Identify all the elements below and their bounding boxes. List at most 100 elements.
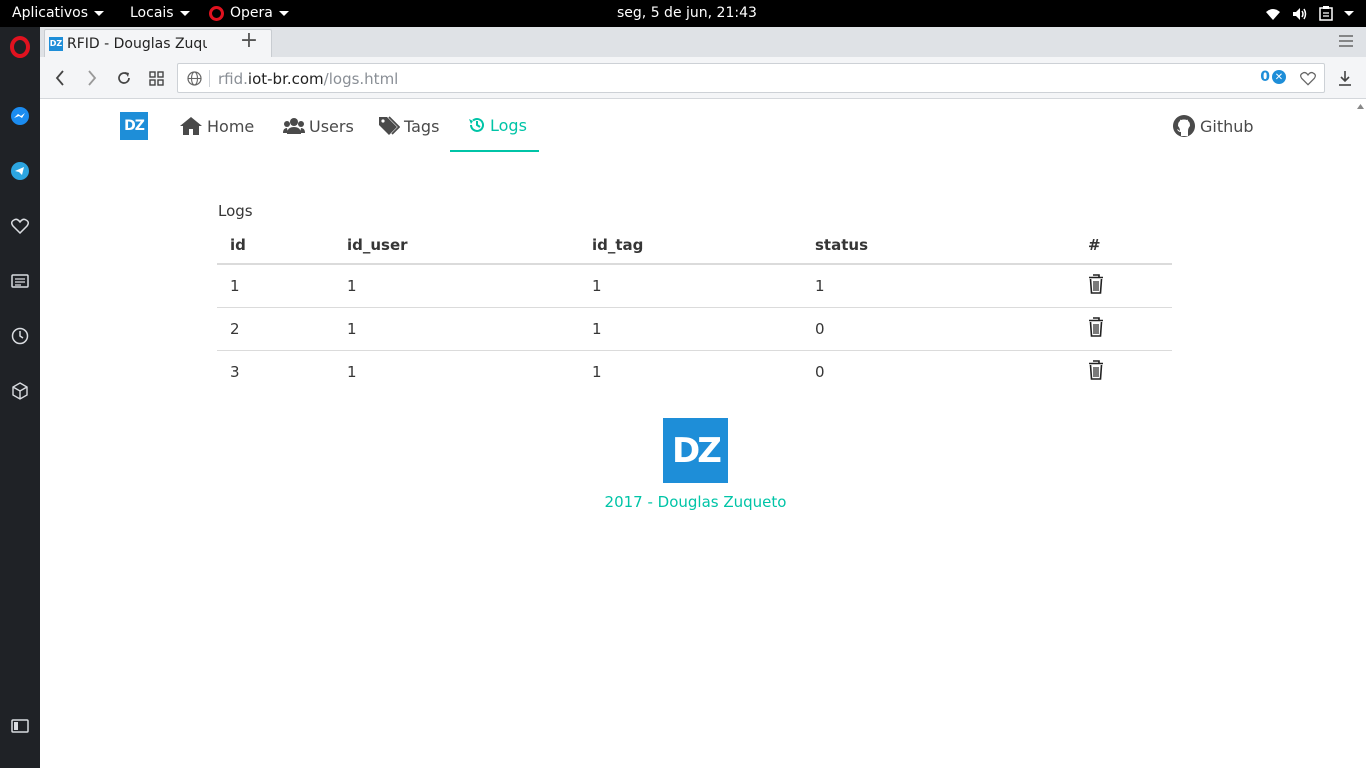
status-area[interactable] [1265,0,1354,27]
nav-logs-label: Logs [490,115,527,135]
browser-toolbar: rfid.iot-br.com/logs.html 0 ✕ [40,57,1366,99]
url-text[interactable]: rfid.iot-br.com/logs.html [218,70,398,88]
logs-table: id id_user id_tag status # 1 1 1 1 2 1 1… [217,226,1172,393]
nav-logs[interactable]: Logs [450,100,539,152]
places-menu[interactable]: Locais [130,0,190,27]
opera-icon [209,6,224,21]
back-icon [55,70,64,86]
extensions-icon [12,382,28,400]
scroll-up-icon [1357,104,1364,109]
nav-users-label: Users [309,116,354,136]
heart-icon [11,218,29,234]
trash-icon[interactable] [1088,316,1104,337]
url-subdomain: rfid. [218,70,248,88]
adblock-indicator[interactable]: 0 ✕ [1260,69,1286,85]
download-icon [1339,71,1351,86]
cell-status: 1 [802,264,1075,308]
places-label: Locais [130,5,174,21]
favicon-icon: DZ [49,36,63,51]
globe-icon [187,71,202,86]
url-separator [209,70,210,87]
column-header-id-user: id_user [334,226,579,265]
clock-label: seg, 5 de jun, 21:43 [617,5,757,21]
chevron-down-icon [179,11,190,16]
back-button[interactable] [50,68,70,88]
speed-dial-button[interactable] [146,68,166,88]
nav-github[interactable]: Github [1172,100,1254,152]
forward-button[interactable] [82,68,102,88]
trash-icon[interactable] [1088,359,1104,380]
nav-tags[interactable]: Tags [378,100,439,152]
tab-title: RFID - Douglas Zuqueto [67,35,207,52]
cell-actions [1075,350,1172,393]
cell-id: 2 [217,307,334,351]
cell-status: 0 [815,362,825,381]
system-top-bar: Aplicativos Locais Opera seg, 5 de jun, … [0,0,1366,27]
history-icon [11,327,29,345]
history-button[interactable] [10,326,30,346]
favorites-button[interactable] [10,216,30,236]
nav-tags-label: Tags [404,116,440,136]
cell-id: 1 [217,264,334,308]
news-button[interactable] [10,271,30,291]
site-logo[interactable]: DZ [120,112,148,140]
page-scrollbar[interactable] [1354,100,1366,768]
cell-id-tag: 1 [579,264,802,308]
table-row: 1 1 1 1 [217,264,1172,308]
cell-id: 3 [230,362,240,381]
sidebar-toggle-button[interactable] [10,716,30,736]
table-header-row: id id_user id_tag status # [217,226,1172,265]
nav-users[interactable]: Users [283,100,354,152]
new-tab-button[interactable]: + [238,29,260,55]
cell-id-user: 1 [334,264,579,308]
cell-status: 0 [802,307,1075,351]
applications-label: Aplicativos [12,5,89,21]
grid-icon [148,70,164,86]
column-header-id-tag: id_tag [579,226,802,265]
url-path: /logs.html [323,70,399,88]
tab-strip: DZ RFID - Douglas Zuqueto + [40,27,1366,57]
telegram-button[interactable] [10,161,30,181]
applications-menu[interactable]: Aplicativos [12,0,105,27]
clipboard-icon [1319,6,1333,21]
cell-id-tag: 1 [592,362,602,381]
clock[interactable]: seg, 5 de jun, 21:43 [617,0,757,27]
telegram-icon [11,162,29,180]
chevron-down-icon [278,11,289,16]
sidebar-toggle-icon [11,719,29,733]
messenger-button[interactable] [10,106,30,126]
address-bar[interactable]: rfid.iot-br.com/logs.html 0 ✕ [177,63,1325,93]
volume-icon [1293,7,1307,20]
opera-menu-button[interactable] [10,36,30,58]
table-caption: Logs [218,202,253,220]
opera-app-menu[interactable]: Opera [209,0,289,27]
column-header-status: status [802,226,1075,265]
cell-actions [1075,307,1172,351]
opera-icon [10,36,30,58]
footer-credit: 2017 - Douglas Zuqueto [604,493,787,511]
home-icon [180,117,202,135]
nav-home[interactable]: Home [179,100,254,152]
trash-icon[interactable] [1088,273,1104,294]
footer-logo: DZ [663,418,728,483]
downloads-button[interactable] [1335,68,1355,88]
web-page: DZ Home Users Tags Logs Github Logs id i… [40,100,1354,768]
extensions-button[interactable] [10,381,30,401]
wifi-icon [1266,8,1280,20]
github-icon [1173,115,1195,137]
url-domain: iot-br.com [247,70,324,88]
history-icon [469,117,484,132]
table-row: 3 1 1 0 [217,350,1172,393]
chevron-down-icon [1344,11,1354,16]
tags-icon [379,116,400,135]
tab-menu-icon[interactable] [1338,35,1354,47]
reload-icon [118,72,130,84]
reload-button[interactable] [114,68,134,88]
column-header-actions: # [1075,226,1172,265]
cell-id-tag: 1 [579,307,802,351]
adblock-icon: ✕ [1272,70,1286,84]
users-icon [283,118,305,134]
opera-sidebar [0,27,40,768]
adblock-count: 0 [1260,69,1270,85]
bookmark-heart-icon[interactable] [1300,71,1316,86]
